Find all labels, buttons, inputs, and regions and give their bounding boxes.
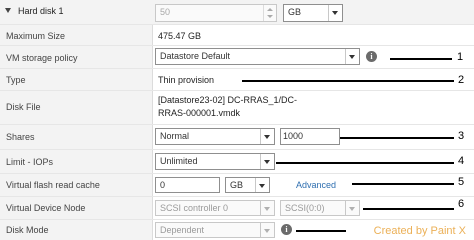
callout-number-3: 3 (458, 130, 465, 142)
watermark-text: Created by Paint X (373, 225, 466, 237)
callout-number-5: 5 (458, 176, 465, 188)
limit-iops-select[interactable]: Unlimited (155, 153, 275, 170)
callout-number-2: 2 (458, 74, 465, 86)
callout-pointer-2 (242, 80, 454, 82)
collapse-toggle-icon[interactable] (5, 8, 11, 13)
device-node-label: Virtual Device Node (6, 203, 86, 213)
flash-cache-label: Virtual flash read cache (6, 180, 100, 190)
type-label: Type (6, 75, 26, 85)
callout-pointer-7 (296, 230, 346, 232)
row-max-size: Maximum Size 475.47 GB (0, 25, 474, 45)
callout-number-1: 1 (457, 51, 464, 63)
callout-pointer-4 (276, 162, 454, 164)
disk-file-line2: RRAS-000001.vmdk (158, 108, 241, 118)
callout-pointer-3 (340, 137, 454, 139)
chevron-down-icon (260, 201, 274, 215)
disk-file-line1: [Datastore23-02] DC-RRAS_1/DC- (158, 95, 298, 105)
max-size-value: 475.47 GB (158, 31, 202, 41)
disk-size-input[interactable]: 50 (155, 4, 277, 22)
callout-pointer-6 (363, 208, 454, 210)
info-icon[interactable]: i (366, 51, 377, 62)
chevron-down-icon (260, 223, 274, 237)
max-size-label: Maximum Size (6, 31, 66, 41)
flash-cache-unit-select[interactable]: GB (225, 177, 270, 193)
hard-disk-label: Hard disk 1 (18, 6, 64, 16)
disk-mode-select[interactable]: Dependent (155, 222, 275, 238)
advanced-link[interactable]: Advanced (296, 180, 336, 190)
row-flash-cache: Virtual flash read cache 0 GB Advanced (0, 174, 474, 196)
callout-number-6: 6 (458, 198, 465, 210)
flash-cache-input[interactable]: 0 (155, 177, 220, 193)
size-spinner[interactable] (263, 5, 276, 21)
row-storage-policy: VM storage policy Datastore Default i (0, 46, 474, 68)
disk-size-unit-select[interactable]: GB (283, 4, 343, 22)
callout-pointer-1 (390, 58, 452, 60)
limit-iops-label: Limit - IOPs (6, 157, 54, 167)
chevron-down-icon (260, 154, 274, 169)
callout-number-4: 4 (458, 155, 465, 167)
chevron-down-icon (345, 201, 359, 215)
shares-label: Shares (6, 132, 35, 142)
chevron-down-icon (345, 49, 359, 64)
info-icon[interactable]: i (281, 224, 292, 235)
callout-pointer-5 (352, 183, 454, 185)
row-disk-file: Disk File [Datastore23-02] DC-RRAS_1/DC-… (0, 91, 474, 124)
hard-disk-header: Hard disk 1 50 GB (0, 0, 474, 24)
scsi-controller-select[interactable]: SCSI controller 0 (155, 200, 275, 216)
disk-mode-label: Disk Mode (6, 225, 49, 235)
scsi-node-select[interactable]: SCSI(0:0) (280, 200, 360, 216)
chevron-down-icon (328, 5, 342, 21)
storage-policy-select[interactable]: Datastore Default (155, 48, 360, 65)
type-value: Thin provision (158, 75, 215, 85)
chevron-down-icon (260, 129, 274, 144)
shares-amount-input[interactable]: 1000 (280, 128, 340, 145)
shares-select[interactable]: Normal (155, 128, 275, 145)
chevron-down-icon (255, 178, 269, 192)
storage-policy-label: VM storage policy (6, 53, 78, 63)
disk-file-label: Disk File (6, 102, 41, 112)
